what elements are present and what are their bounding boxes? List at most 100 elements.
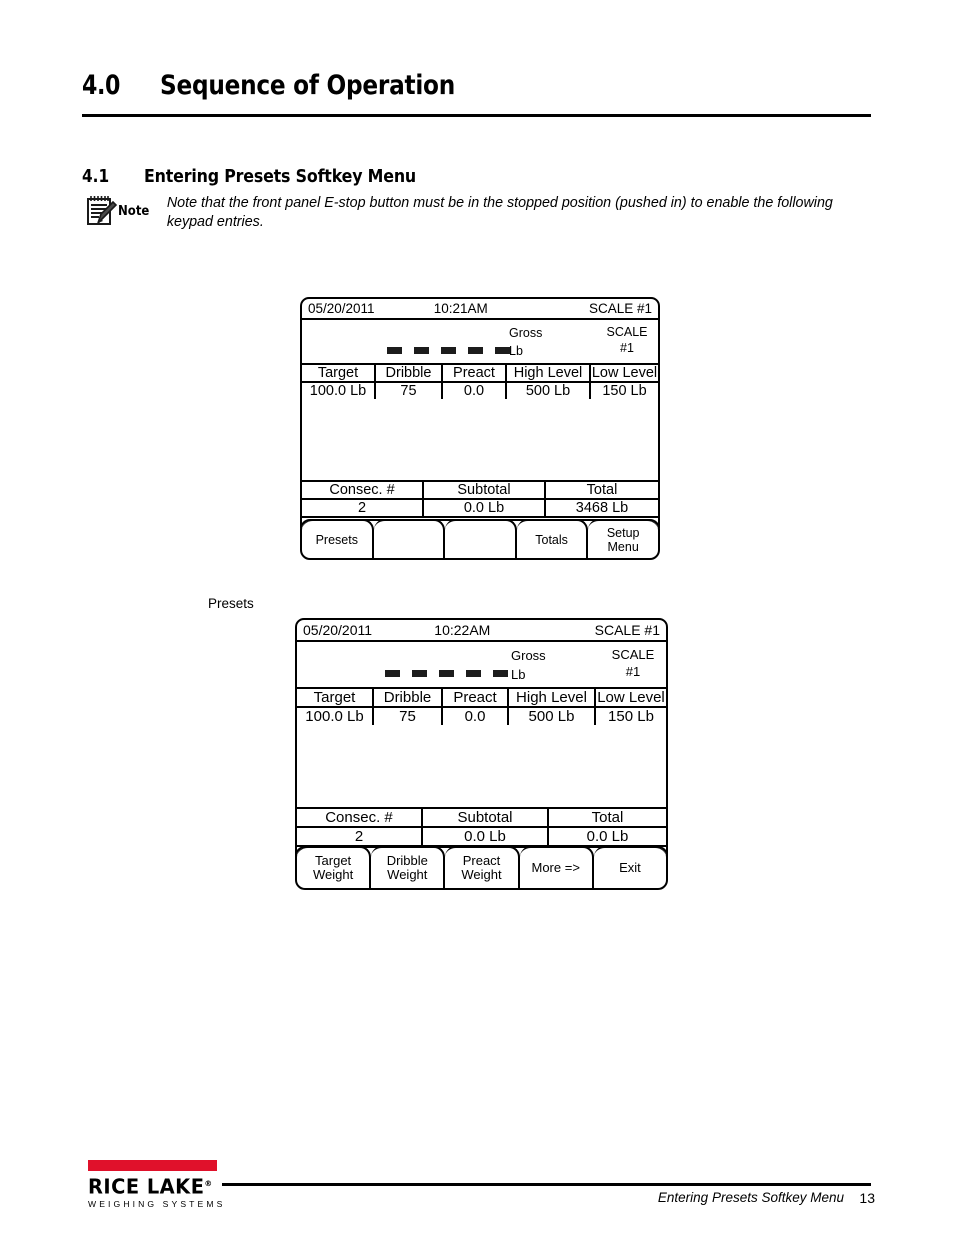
digit-dash	[387, 347, 402, 354]
screen-content-area	[302, 399, 658, 480]
softkey-preact-weight[interactable]: Preact Weight	[445, 848, 520, 888]
preset-header-preact: Preact	[441, 365, 507, 383]
screen-date: 05/20/2011	[303, 622, 373, 638]
preset-header-target: Target	[297, 689, 374, 708]
totals-value-subtotal: 0.0 Lb	[422, 499, 546, 516]
preset-value-target: 100.0 Lb	[302, 382, 376, 399]
softkey-blank-1[interactable]	[374, 521, 446, 558]
preset-value-dribble: 75	[372, 707, 443, 725]
preset-table-header-row: Target Dribble Preact High Level Low Lev…	[297, 689, 666, 708]
note-label: Note	[118, 204, 150, 219]
preset-value-low-level: 150 Lb	[594, 707, 666, 725]
footer-section-reference: Entering Presets Softkey Menu	[657, 1190, 844, 1205]
preset-value-dribble: 75	[374, 382, 443, 399]
section-number: 4.0	[82, 70, 121, 101]
preset-header-preact: Preact	[441, 689, 509, 708]
indicator-screen-1: 05/20/2011 10:21AM SCALE #1 Gross Lb SCA…	[300, 297, 660, 560]
preset-table-value-row: 100.0 Lb 75 0.0 500 Lb 150 Lb	[297, 707, 666, 725]
softkey-bar-2: Target Weight Dribble Weight Preact Weight …	[295, 846, 668, 890]
scale-indicator-line1: SCALE	[611, 647, 655, 662]
preset-value-target: 100.0 Lb	[297, 707, 374, 725]
preset-value-preact: 0.0	[441, 707, 509, 725]
subsection-number: 4.1	[82, 166, 110, 187]
softkey-presets[interactable]: Presets	[302, 521, 374, 558]
screen-status-bar: 05/20/2011 10:22AM SCALE #1	[297, 620, 666, 642]
totals-value-total: 3468 Lb	[544, 499, 658, 516]
totals-section: Consec. # Subtotal Total 2 0.0 Lb 0.0 Lb	[297, 807, 666, 845]
digit-dash	[495, 347, 510, 354]
digit-dash	[441, 347, 456, 354]
totals-table-header-row: Consec. # Subtotal Total	[297, 809, 666, 828]
notepad-pencil-icon	[84, 193, 118, 227]
logo-brand-name: RICE LAKE®	[88, 1173, 217, 1198]
footer-divider	[222, 1183, 871, 1186]
preset-table: Target Dribble Preact High Level Low Lev…	[297, 689, 666, 725]
preset-table-value-row: 100.0 Lb 75 0.0 500 Lb 150 Lb	[302, 382, 658, 399]
rice-lake-logo: RICE LAKE® WEIGHING SYSTEMS	[88, 1160, 222, 1209]
preset-value-high-level: 500 Lb	[505, 382, 591, 399]
preset-header-dribble: Dribble	[372, 689, 443, 708]
softkey-target-weight[interactable]: Target Weight	[297, 848, 372, 888]
totals-value-consec: 2	[302, 499, 424, 516]
weight-mode: Gross	[511, 648, 546, 663]
preset-header-low-level: Low Level	[589, 365, 658, 383]
digit-dash	[414, 347, 429, 354]
weight-display: Gross Lb SCALE #1	[302, 320, 658, 365]
totals-value-total: 0.0 Lb	[547, 827, 666, 845]
totals-table-value-row: 2 0.0 Lb 0.0 Lb	[297, 827, 666, 845]
logo-registered-mark: ®	[204, 1179, 213, 1188]
softkey-blank-2[interactable]	[445, 521, 517, 558]
footer-page-number: 13	[859, 1190, 875, 1206]
softkey-exit[interactable]: Exit	[594, 848, 666, 888]
digit-dash	[468, 347, 483, 354]
scale-indicator-line2: #1	[625, 664, 641, 679]
preset-value-high-level: 500 Lb	[507, 707, 596, 725]
softkey-more[interactable]: More =>	[520, 848, 594, 888]
logo-brand-text: RICE LAKE	[88, 1174, 205, 1199]
screen-bezel: 05/20/2011 10:21AM SCALE #1 Gross Lb SCA…	[300, 297, 660, 528]
softkey-dribble-weight[interactable]: Dribble Weight	[371, 848, 446, 888]
totals-value-subtotal: 0.0 Lb	[421, 827, 549, 845]
screen-scale-id: SCALE #1	[594, 622, 660, 638]
totals-header-total: Total	[544, 482, 658, 500]
screen-date: 05/20/2011	[308, 301, 375, 316]
screen-time: 10:22AM	[434, 622, 491, 638]
weight-mode: Gross	[509, 326, 543, 340]
totals-value-consec: 2	[297, 827, 423, 845]
digit-dash	[385, 670, 400, 677]
softkey-bar-1: Presets Totals Setup Menu	[300, 519, 660, 560]
weight-digits	[387, 347, 510, 354]
preset-header-high-level: High Level	[507, 689, 596, 708]
totals-header-total: Total	[547, 809, 666, 828]
screen-content-area	[297, 725, 666, 807]
totals-header-consec: Consec. #	[297, 809, 423, 828]
weight-unit: Lb	[511, 667, 526, 682]
weight-display: Gross Lb SCALE #1	[297, 642, 666, 689]
totals-section: Consec. # Subtotal Total 2 0.0 Lb 3468 L…	[302, 480, 658, 516]
preset-header-high-level: High Level	[505, 365, 591, 383]
flow-transition-label: Presets	[208, 596, 254, 611]
totals-table-header-row: Consec. # Subtotal Total	[302, 482, 658, 500]
screen-time: 10:21AM	[433, 301, 488, 316]
preset-value-preact: 0.0	[441, 382, 507, 399]
preset-header-target: Target	[302, 365, 376, 383]
logo-red-bar	[88, 1160, 217, 1171]
screen-status-bar: 05/20/2011 10:21AM SCALE #1	[302, 299, 658, 320]
screen-scale-id: SCALE #1	[588, 301, 652, 316]
subsection-heading: 4.1 Entering Presets Softkey Menu	[82, 166, 453, 187]
preset-table-header-row: Target Dribble Preact High Level Low Lev…	[302, 365, 658, 383]
scale-indicator-line2: #1	[620, 341, 634, 355]
totals-header-subtotal: Subtotal	[422, 482, 546, 500]
preset-header-low-level: Low Level	[594, 689, 666, 708]
totals-table-value-row: 2 0.0 Lb 3468 Lb	[302, 499, 658, 516]
preset-table: Target Dribble Preact High Level Low Lev…	[302, 365, 658, 399]
softkey-totals[interactable]: Totals	[517, 521, 589, 558]
section-divider	[82, 114, 871, 117]
softkey-setup-menu[interactable]: Setup Menu	[588, 521, 658, 558]
weight-digits	[385, 670, 508, 677]
indicator-screen-2: 05/20/2011 10:22AM SCALE #1 Gross Lb SCA…	[295, 618, 668, 890]
digit-dash	[412, 670, 427, 677]
totals-header-consec: Consec. #	[302, 482, 424, 500]
scale-indicator-line1: SCALE	[606, 325, 648, 339]
note-text: Note that the front panel E-stop button …	[166, 195, 833, 230]
